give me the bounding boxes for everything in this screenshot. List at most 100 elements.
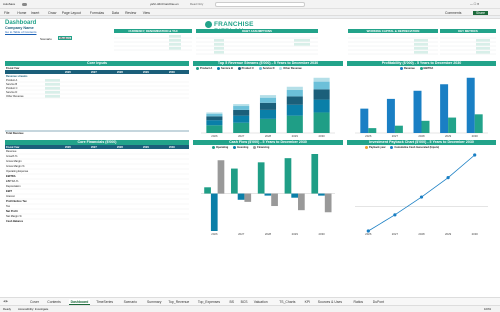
x-tick-label: 2030: [472, 232, 479, 236]
bar: [264, 193, 272, 196]
brand-logo: FRANCHISE BIZPLAN: [205, 21, 285, 35]
x-tick-label: 2029: [445, 232, 452, 236]
year-header: 2026: [65, 70, 71, 74]
bar: [271, 193, 278, 207]
cashflow-header: Cash Flow ($'000) - 5 Years to December …: [193, 140, 343, 145]
bar: [286, 115, 303, 133]
bar: [233, 115, 250, 123]
x-tick-label: 2027: [238, 232, 245, 236]
search-input[interactable]: [215, 2, 305, 7]
bar: [259, 118, 277, 133]
top5-header: Top 5 Revenue Streams ($'000) - 5 Years …: [193, 61, 343, 66]
legend-item: Product C: [237, 67, 254, 70]
bar: [313, 77, 330, 82]
bar: [259, 109, 277, 119]
bar: [466, 77, 475, 133]
bar: [313, 81, 330, 90]
row-label: Fiscal Year: [6, 145, 20, 149]
scenario-select[interactable]: Medium: [58, 36, 72, 40]
status-ready: Ready: [3, 307, 12, 311]
comments-button[interactable]: Comments: [445, 11, 461, 15]
row-label: EBITDA %: [6, 180, 19, 183]
share-button[interactable]: Share: [473, 10, 489, 15]
header-debt: DEBT ASSUMPTIONS: [196, 29, 318, 33]
year-header: 2027: [91, 70, 97, 74]
bar: [311, 154, 319, 194]
bar: [231, 168, 238, 194]
tab-scroll-icon[interactable]: ◀ ▶: [3, 299, 8, 303]
x-tick-label: 2027: [392, 232, 399, 236]
row-label: Tax: [6, 205, 11, 208]
bar: [237, 193, 245, 200]
row-label: EBITDA: [6, 175, 16, 178]
point: [473, 153, 477, 157]
bar: [394, 125, 403, 133]
legend-item: Service B: [217, 67, 233, 70]
header-key-metrics: KEY METRICS: [440, 29, 496, 33]
bar: [206, 120, 223, 126]
year-header: 2029: [143, 70, 149, 74]
row-label: Interest: [6, 195, 15, 198]
accessibility-status[interactable]: Accessibility: Investigate: [18, 307, 48, 311]
ribbon-menu: File Home Insert Draw Page Layout Formulas Dat…: [0, 9, 500, 16]
ribbon-item-file[interactable]: File: [4, 11, 9, 15]
x-tick-label: 2027: [392, 134, 399, 138]
header-currency: CURRENCY, DENOMINATION & TAX: [114, 29, 192, 33]
bar: [217, 160, 225, 194]
bar: [413, 90, 422, 133]
ribbon-item-draw[interactable]: Draw: [48, 11, 56, 15]
bar: [474, 114, 483, 133]
ribbon-item-data[interactable]: Data: [112, 11, 119, 15]
x-tick-label: 2026: [365, 134, 372, 138]
autosave-label[interactable]: AutoSave: [3, 2, 15, 6]
x-tick-label: 2030: [318, 134, 325, 138]
zoom-level[interactable]: 100%: [484, 307, 491, 311]
toc-link[interactable]: Go to Table of Contents: [5, 30, 36, 34]
row-label: Net Margin %: [6, 215, 22, 218]
x-tick-label: 2028: [265, 134, 272, 138]
top5-legend: Product A Service B Product C Service D …: [196, 67, 306, 70]
bar: [286, 89, 303, 97]
window-controls-icon[interactable]: — ☐ ✕: [470, 2, 479, 6]
ribbon-item-review[interactable]: Review: [125, 11, 136, 15]
x-tick-label: 2026: [365, 232, 372, 236]
bar: [324, 193, 332, 213]
autosave-toggle[interactable]: [22, 3, 27, 6]
x-tick-label: 2026: [211, 134, 218, 138]
bar: [244, 193, 252, 202]
title-bar: AutoSave yahz-rdbr.Franchise.en Read Onl…: [0, 0, 500, 9]
x-tick-label: 2030: [472, 134, 479, 138]
bar: [318, 193, 325, 196]
legend-item: EBITDA: [419, 67, 433, 70]
bar: [313, 112, 330, 133]
ribbon-item-home[interactable]: Home: [17, 11, 26, 15]
profitability-header: Profitability ($'000) - 5 Years to Decem…: [347, 61, 496, 66]
x-tick-label: 2028: [265, 232, 272, 236]
row-label: Cash Balance: [6, 220, 24, 223]
cash-legend: Operating Investing Financing: [212, 146, 273, 149]
bar: [448, 117, 457, 133]
series-line: [368, 154, 475, 232]
bar: [233, 122, 250, 133]
brand-icon: [205, 21, 212, 28]
year-header: 2030: [169, 145, 175, 149]
x-tick-label: 2029: [292, 134, 299, 138]
ribbon-item-insert[interactable]: Insert: [31, 11, 39, 15]
bar: [206, 112, 223, 114]
core-inputs-grid: [5, 70, 189, 132]
status-bar: Ready Accessibility: Investigate 100%: [0, 305, 500, 312]
ribbon-item-formulas[interactable]: Formulas: [90, 11, 104, 15]
top5-chart: 2026 2027 2028 2029 2030: [201, 77, 335, 138]
row-label: Revenue: [6, 150, 17, 153]
bar: [206, 125, 223, 133]
bar: [286, 86, 303, 90]
x-tick-label: 2027: [238, 134, 245, 138]
bar: [386, 98, 395, 133]
core-inputs-table: Fiscal Year Revenue streams Product A Se…: [5, 66, 189, 138]
year-header: 2028: [117, 145, 123, 149]
ribbon-item-page-layout[interactable]: Page Layout: [62, 11, 81, 15]
sheet-area: FRANCHISE BIZPLAN Dashboard Company Name…: [0, 16, 500, 297]
bar: [233, 104, 250, 107]
row-label: Gross Margin %: [6, 165, 25, 168]
ribbon-item-view[interactable]: View: [143, 11, 150, 15]
